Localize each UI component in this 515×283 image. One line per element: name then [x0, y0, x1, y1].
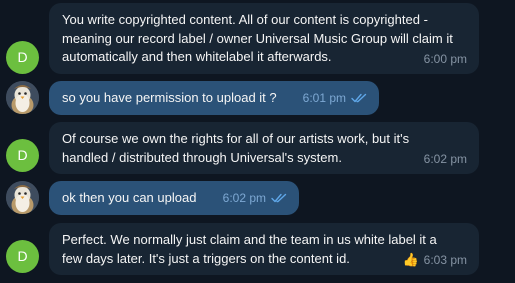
penguin-icon — [6, 81, 39, 114]
message-time: 6:02 pm — [222, 190, 266, 205]
message-bubble-incoming[interactable]: You write copyrighted content. All of ou… — [49, 3, 479, 74]
message-bubble-outgoing[interactable]: ok then you can upload 6:02 pm — [49, 181, 299, 215]
contact-avatar[interactable]: D — [6, 41, 39, 74]
chat-history[interactable]: D You write copyrighted content. All of … — [0, 0, 515, 283]
message-time: 6:00 pm — [423, 51, 467, 66]
message-meta: 6:02 pm — [424, 150, 467, 169]
penguin-avatar[interactable] — [6, 181, 39, 214]
contact-avatar[interactable]: D — [6, 139, 39, 172]
penguin-avatar[interactable] — [6, 81, 39, 114]
message-time: 6:01 pm — [302, 90, 346, 105]
message-bubble-incoming[interactable]: Perfect. We normally just claim and the … — [49, 223, 479, 275]
message-row: D You write copyrighted content. All of … — [0, 0, 515, 76]
double-check-icon — [271, 193, 287, 202]
message-meta: 6:02 pm — [223, 189, 287, 208]
message-bubble-outgoing[interactable]: so you have permission to upload it ? 6:… — [49, 81, 379, 115]
message-row: D Of course we own the rights for all of… — [0, 119, 515, 175]
message-bubble-incoming[interactable]: Of course we own the rights for all of o… — [49, 122, 479, 174]
double-check-icon — [351, 93, 367, 102]
message-meta: 6:00 pm — [424, 50, 467, 69]
thumbs-up-icon[interactable]: 👍 — [402, 253, 418, 266]
message-row: ok then you can upload 6:02 pm — [0, 178, 515, 218]
contact-avatar[interactable]: D — [6, 240, 39, 273]
message-text: You write copyrighted content. All of ou… — [62, 12, 453, 64]
message-time: 6:03 pm — [423, 252, 467, 267]
message-meta: 6:01 pm — [303, 89, 367, 108]
message-time: 6:02 pm — [423, 151, 467, 166]
message-meta: 👍 6:03 pm — [402, 251, 467, 270]
message-text: Of course we own the rights for all of o… — [62, 131, 410, 165]
penguin-icon — [6, 181, 39, 214]
message-row: D Perfect. We normally just claim and th… — [0, 220, 515, 280]
message-row: so you have permission to upload it ? 6:… — [0, 78, 515, 118]
